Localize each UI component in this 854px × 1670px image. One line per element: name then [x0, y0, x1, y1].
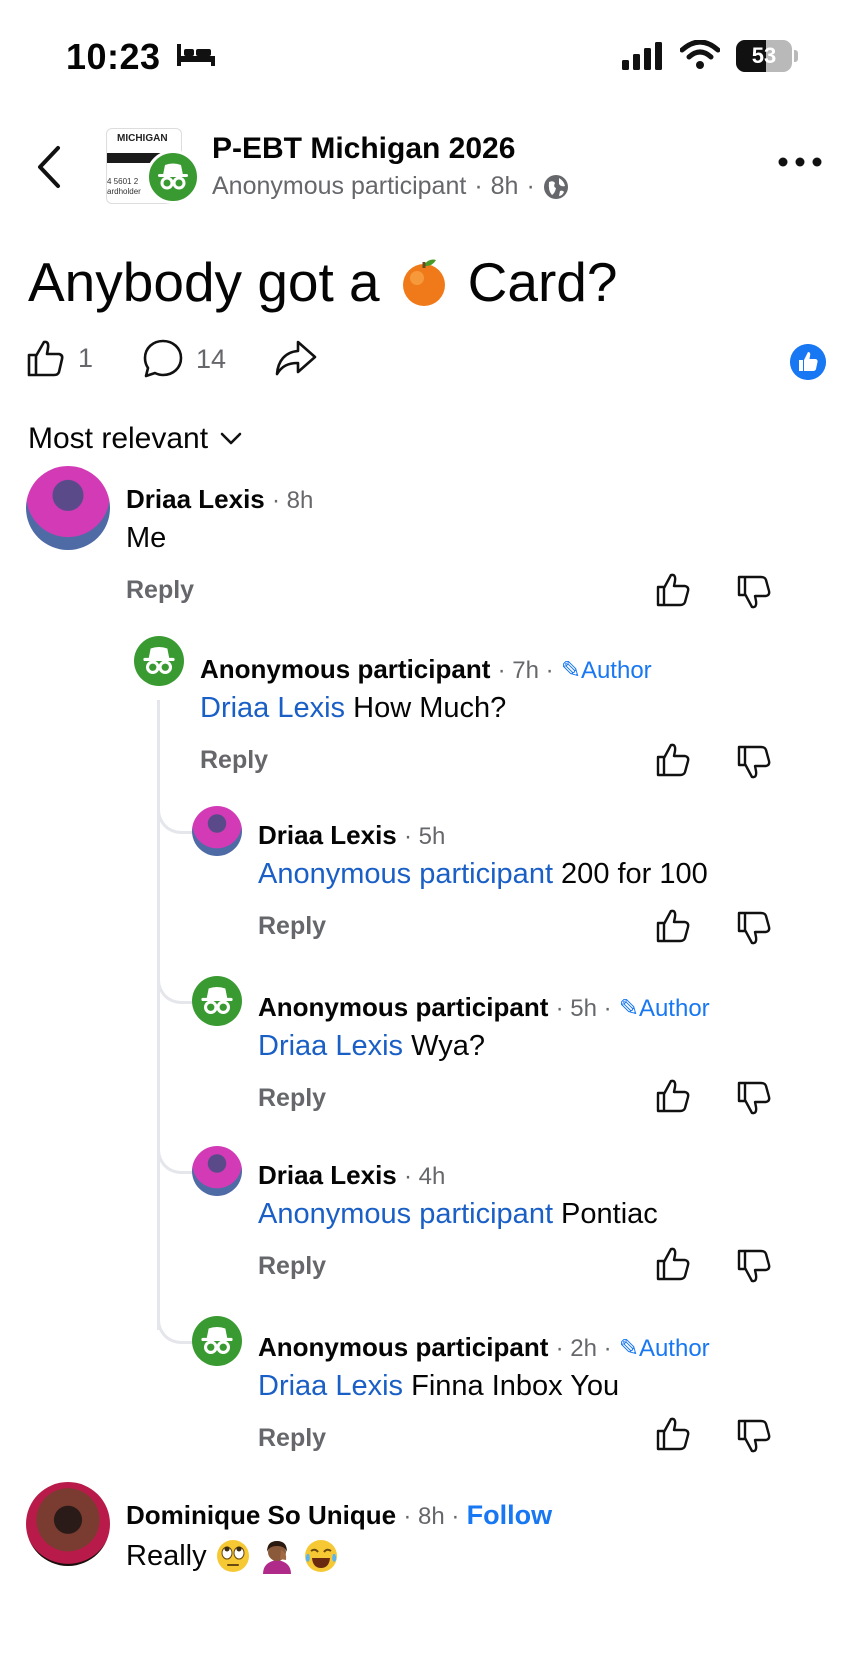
globe-icon: [543, 174, 568, 199]
upvote-button[interactable]: [655, 742, 691, 778]
more-options-button[interactable]: [776, 150, 824, 174]
comment-icon: [143, 339, 183, 378]
comment-author[interactable]: Anonymous participant · 7h · ✎Author: [200, 654, 652, 685]
upvote-button[interactable]: [655, 1416, 691, 1452]
chevron-down-icon: [220, 432, 242, 445]
upvote-button[interactable]: [655, 1246, 691, 1282]
comment-text: Anonymous participant Pontiac: [258, 1198, 658, 1230]
reply-button[interactable]: Reply: [258, 1424, 326, 1453]
post-header: MICHIGAN 4 5601 2 ardholder P-EBT Michig…: [0, 120, 854, 210]
post-title-start: Anybody got a: [28, 251, 380, 313]
card-number: 4 5601 2: [107, 177, 139, 186]
mention-link[interactable]: Driaa Lexis: [258, 1030, 403, 1062]
sort-dropdown[interactable]: Most relevant: [28, 422, 242, 456]
sort-label: Most relevant: [28, 422, 209, 455]
follow-button[interactable]: Follow: [467, 1500, 552, 1530]
like-action[interactable]: 1: [26, 338, 93, 378]
anonymous-icon: [146, 150, 200, 204]
comment-action[interactable]: 14: [142, 338, 226, 380]
post-actions: 1 14: [26, 338, 826, 388]
reply-button[interactable]: Reply: [258, 1084, 326, 1113]
mention-link[interactable]: Anonymous participant: [258, 1198, 553, 1230]
like-reaction-icon: [790, 344, 826, 380]
reply-button[interactable]: Reply: [200, 746, 268, 775]
wifi-icon: [680, 40, 720, 69]
downvote-button[interactable]: [736, 744, 772, 780]
avatar[interactable]: [192, 806, 242, 856]
comment-text: Driaa Lexis Wya?: [258, 1030, 485, 1062]
meta-separator: ·: [526, 172, 535, 200]
card-holder: ardholder: [107, 187, 141, 196]
laughing-emoji-icon: [304, 1540, 337, 1572]
share-action[interactable]: [274, 338, 318, 378]
signal-icon: [622, 42, 662, 70]
status-time: 10:23: [66, 36, 161, 77]
back-button[interactable]: [30, 142, 74, 192]
thread-branch: [157, 1140, 193, 1174]
comment-count: 14: [196, 343, 227, 374]
meta-separator: ·: [474, 172, 483, 200]
reply-button[interactable]: Reply: [258, 912, 326, 941]
bed-icon: [177, 44, 215, 66]
downvote-button[interactable]: [736, 910, 772, 946]
upvote-button[interactable]: [655, 572, 691, 608]
battery-level: 53: [751, 43, 777, 68]
thread-line: [157, 700, 160, 1330]
comment-author[interactable]: Dominique So Unique · 8h · Follow: [126, 1500, 552, 1531]
battery-nub: [794, 50, 798, 62]
reply-button[interactable]: Reply: [258, 1252, 326, 1281]
mention-link[interactable]: Driaa Lexis: [258, 1370, 403, 1402]
anonymous-avatar: [192, 976, 242, 1026]
mention-link[interactable]: Anonymous participant: [258, 858, 553, 890]
avatar[interactable]: [26, 1482, 110, 1566]
comment-text: Driaa Lexis Finna Inbox You: [258, 1370, 620, 1402]
post-age: 8h: [490, 172, 519, 200]
anonymous-avatar: [192, 1316, 242, 1366]
comment-text: Driaa Lexis How Much?: [200, 692, 507, 724]
reply-button[interactable]: Reply: [126, 576, 194, 605]
post-meta: Anonymous participant · 8h ·: [212, 172, 569, 201]
downvote-button[interactable]: [736, 1080, 772, 1116]
post-author: Anonymous participant: [212, 172, 467, 200]
post-title: Anybody got a Card?: [28, 250, 617, 314]
comment-author[interactable]: Driaa Lexis · 5h: [258, 820, 445, 851]
comment-text: Me: [126, 522, 167, 554]
like-count: 1: [78, 342, 94, 373]
comment-text: Really: [126, 1538, 339, 1574]
thread-branch: [157, 800, 193, 834]
author-badge: ✎Author: [618, 1335, 710, 1362]
avatar[interactable]: [26, 466, 110, 550]
author-badge: ✎Author: [560, 657, 652, 684]
thread-branch: [157, 1310, 193, 1344]
comment-author[interactable]: Anonymous participant · 2h · ✎Author: [258, 1332, 710, 1363]
comment-author[interactable]: Driaa Lexis · 8h: [126, 484, 313, 515]
like-icon: [27, 340, 64, 377]
avatar[interactable]: [192, 1146, 242, 1196]
status-bar: 10:23 53: [0, 0, 854, 110]
downvote-button[interactable]: [736, 1248, 772, 1284]
mention-link[interactable]: Driaa Lexis: [200, 692, 345, 724]
orange-emoji-icon: [402, 259, 445, 306]
eye-roll-emoji-icon: [216, 1540, 249, 1572]
group-name[interactable]: P-EBT Michigan 2026: [212, 132, 515, 166]
comment-author[interactable]: Anonymous participant · 5h · ✎Author: [258, 992, 710, 1023]
card-label: MICHIGAN: [117, 133, 168, 144]
comment-author[interactable]: Driaa Lexis · 4h: [258, 1160, 445, 1191]
author-badge: ✎Author: [618, 995, 710, 1022]
upvote-button[interactable]: [655, 1078, 691, 1114]
upvote-button[interactable]: [655, 908, 691, 944]
downvote-button[interactable]: [736, 1418, 772, 1454]
comment-time: · 8h: [271, 487, 314, 514]
post-title-end: Card?: [467, 251, 618, 313]
comment-text: Anonymous participant 200 for 100: [258, 858, 708, 890]
facepalm-emoji-icon: [262, 1541, 291, 1574]
anonymous-avatar: [134, 636, 184, 686]
downvote-button[interactable]: [736, 574, 772, 610]
share-icon: [275, 340, 317, 376]
battery-indicator: 53: [736, 40, 792, 72]
thread-branch: [157, 970, 193, 1004]
